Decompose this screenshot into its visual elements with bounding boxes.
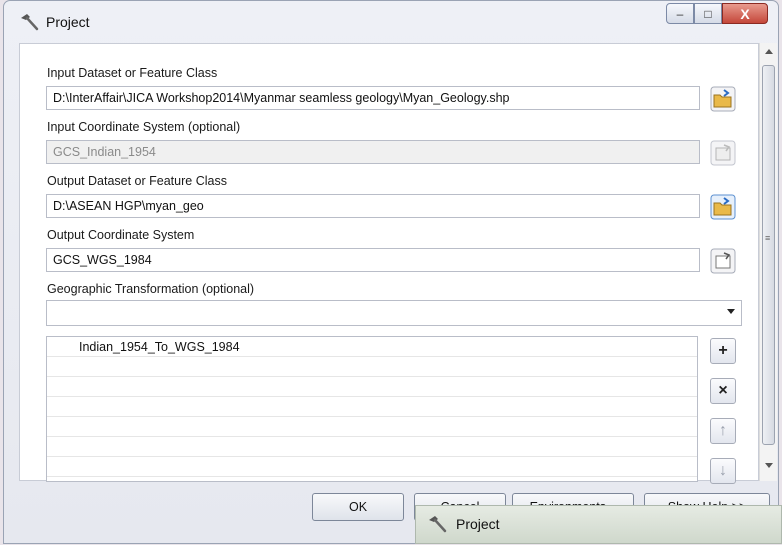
grip-icon: ≡ — [765, 233, 771, 243]
list-item[interactable] — [47, 417, 697, 437]
browse-folder-icon[interactable] — [710, 194, 736, 220]
maximize-button[interactable]: □ — [694, 3, 722, 24]
input-cs-label: Input Coordinate System (optional) — [47, 120, 241, 134]
input-dataset-label: Input Dataset or Feature Class — [47, 66, 218, 80]
list-item[interactable]: Indian_1954_To_WGS_1984 — [47, 337, 697, 357]
list-item[interactable] — [47, 357, 697, 377]
list-item[interactable] — [47, 397, 697, 417]
scroll-thumb[interactable] — [762, 65, 775, 445]
input-dataset-field[interactable]: D:\InterAffair\JICA Workshop2014\Myanmar… — [46, 86, 700, 110]
title-bar[interactable]: Project – □ X — [4, 1, 778, 41]
taskbar-label: Project — [456, 516, 500, 532]
hammer-icon — [21, 14, 39, 31]
input-cs-field: GCS_Indian_1954 — [46, 140, 700, 164]
transformation-list[interactable]: Indian_1954_To_WGS_1984 — [46, 336, 698, 482]
scroll-up-icon[interactable] — [765, 49, 773, 54]
output-dataset-field[interactable]: D:\ASEAN HGP\myan_geo — [46, 194, 700, 218]
list-item[interactable] — [47, 437, 697, 457]
output-cs-field[interactable]: GCS_WGS_1984 — [46, 248, 700, 272]
window-controls: – □ X — [666, 3, 768, 24]
list-item[interactable] — [47, 457, 697, 477]
window-title: Project — [46, 14, 90, 30]
close-button[interactable]: X — [722, 3, 768, 24]
list-item[interactable] — [47, 377, 697, 397]
chevron-down-icon — [727, 309, 735, 314]
add-transformation-button[interactable]: + — [710, 338, 736, 364]
scroll-down-icon[interactable] — [765, 463, 773, 468]
spatial-reference-properties-icon[interactable] — [710, 248, 736, 274]
project-dialog: Project – □ X Input Dataset or Feature C… — [3, 0, 779, 544]
output-dataset-label: Output Dataset or Feature Class — [47, 174, 227, 188]
coordinate-system-properties-icon — [710, 140, 736, 166]
ok-button[interactable]: OK — [312, 493, 404, 521]
hammer-icon — [429, 516, 447, 533]
open-folder-icon[interactable] — [710, 86, 736, 112]
taskbar-preview[interactable]: Project — [415, 505, 782, 544]
move-up-button[interactable]: ↑ — [710, 418, 736, 444]
geo-transform-dropdown[interactable] — [46, 300, 742, 326]
vertical-scrollbar[interactable]: ≡ — [759, 43, 777, 481]
remove-transformation-button[interactable]: × — [710, 378, 736, 404]
parameters-panel: Input Dataset or Feature Class D:\InterA… — [19, 43, 759, 484]
geo-transform-label: Geographic Transformation (optional) — [47, 282, 255, 296]
output-cs-label: Output Coordinate System — [47, 228, 195, 242]
minimize-button[interactable]: – — [666, 3, 694, 24]
